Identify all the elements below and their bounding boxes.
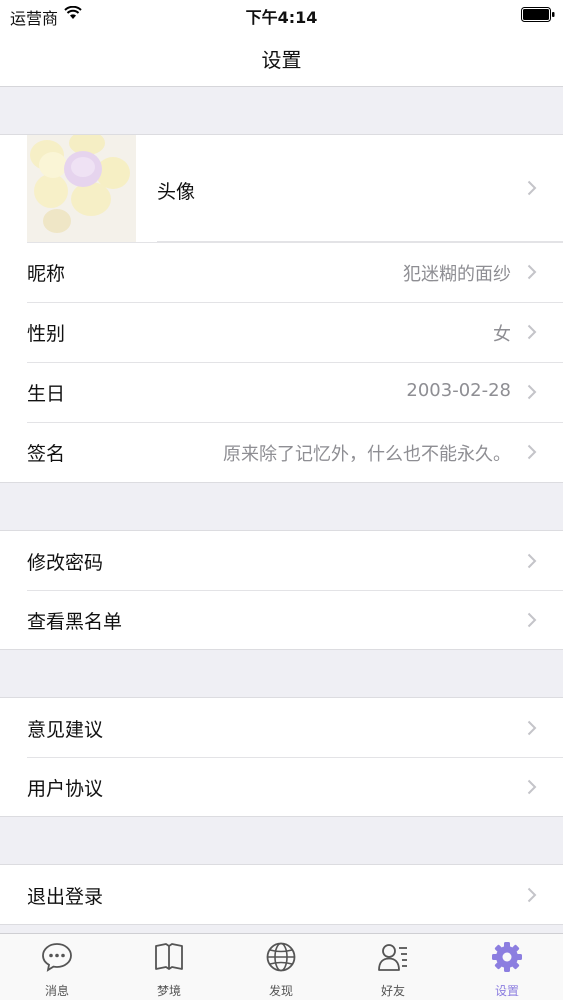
logout-label: 退出登录 xyxy=(27,886,104,908)
signature-value: 原来除了记忆外，什么也不能永久。 xyxy=(223,444,511,465)
birthday-value: 2003-02-28 xyxy=(406,380,511,401)
birthday-label: 生日 xyxy=(27,383,66,405)
battery-icon xyxy=(521,7,555,22)
account-group: 修改密码 查看黑名单 xyxy=(0,530,563,650)
nickname-row[interactable]: 昵称 犯迷糊的面纱 xyxy=(0,242,563,302)
page-title: 设置 xyxy=(261,48,302,72)
book-icon xyxy=(155,943,183,970)
signature-row[interactable]: 签名 原来除了记忆外，什么也不能永久。 xyxy=(0,422,563,482)
chevron-right-icon xyxy=(527,324,537,340)
blacklist-row[interactable]: 查看黑名单 xyxy=(0,590,563,649)
avatar[interactable] xyxy=(27,135,136,242)
blacklist-label: 查看黑名单 xyxy=(27,611,123,633)
tab-dreams[interactable]: 梦境 xyxy=(113,934,225,1000)
status-bar: 运营商 下午4:14 xyxy=(0,0,563,30)
birthday-row[interactable]: 生日 2003-02-28 xyxy=(0,362,563,422)
gender-row[interactable]: 性别 女 xyxy=(0,302,563,362)
tab-label: 设置 xyxy=(494,984,519,998)
avatar-row[interactable]: 头像 xyxy=(0,135,563,242)
chevron-right-icon xyxy=(527,384,537,400)
logout-group: 退出登录 xyxy=(0,864,563,925)
change-password-label: 修改密码 xyxy=(27,552,104,574)
tab-friends[interactable]: 好友 xyxy=(337,934,449,1000)
profile-group: 头像 昵称 犯迷糊的面纱 性别 女 生日 2003-02-28 签名 原来除了记… xyxy=(0,134,563,483)
chevron-right-icon xyxy=(527,612,537,628)
avatar-label: 头像 xyxy=(157,181,196,203)
chevron-right-icon xyxy=(527,444,537,460)
chevron-right-icon xyxy=(527,720,537,736)
nickname-label: 昵称 xyxy=(27,263,66,285)
chevron-right-icon xyxy=(527,887,537,903)
tab-bar: 消息 梦境 发现 好友 设置 xyxy=(0,933,563,1000)
gender-value: 女 xyxy=(493,324,511,345)
logout-row[interactable]: 退出登录 xyxy=(0,865,563,924)
feedback-row[interactable]: 意见建议 xyxy=(0,698,563,757)
contacts-icon xyxy=(378,944,407,971)
change-password-row[interactable]: 修改密码 xyxy=(0,531,563,590)
tab-label: 梦境 xyxy=(156,984,181,998)
tab-label: 发现 xyxy=(268,984,293,998)
chevron-right-icon xyxy=(527,553,537,569)
tab-discover[interactable]: 发现 xyxy=(225,934,337,1000)
signature-label: 签名 xyxy=(27,443,66,465)
tab-messages[interactable]: 消息 xyxy=(1,934,113,1000)
tab-label: 好友 xyxy=(380,984,405,998)
user-agreement-row[interactable]: 用户协议 xyxy=(0,757,563,816)
tab-settings[interactable]: 设置 xyxy=(451,934,563,1000)
gender-label: 性别 xyxy=(27,323,66,345)
support-group: 意见建议 用户协议 xyxy=(0,697,563,817)
user-agreement-label: 用户协议 xyxy=(27,778,104,800)
feedback-label: 意见建议 xyxy=(27,719,104,741)
status-time: 下午4:14 xyxy=(245,8,318,27)
tab-label: 消息 xyxy=(44,984,69,998)
chat-bubble-icon xyxy=(42,943,72,972)
chevron-right-icon xyxy=(527,264,537,280)
nickname-value: 犯迷糊的面纱 xyxy=(403,264,511,285)
navigation-bar: 设置 xyxy=(0,30,563,87)
chevron-right-icon xyxy=(527,180,537,196)
globe-icon xyxy=(266,942,296,972)
avatar-image xyxy=(27,135,136,242)
gear-icon xyxy=(492,942,522,972)
chevron-right-icon xyxy=(527,779,537,795)
